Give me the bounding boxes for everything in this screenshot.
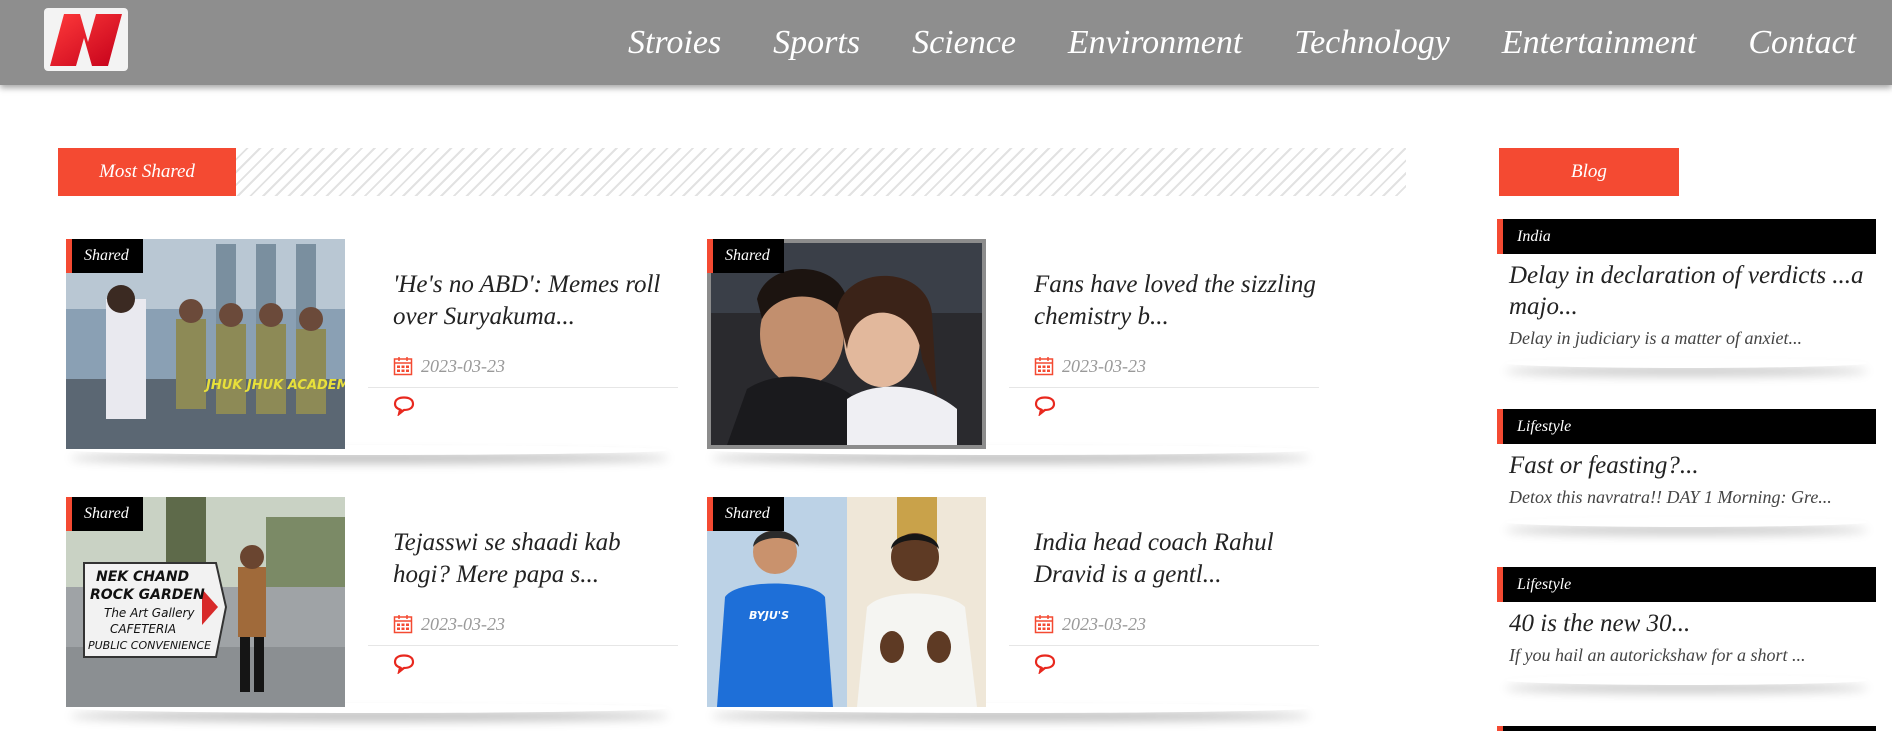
- shared-badge: Shared: [66, 239, 143, 273]
- date-text: 2023-03-23: [421, 355, 505, 376]
- nav-stroies[interactable]: Stroies: [628, 24, 721, 62]
- category-label: Lifestyle: [1497, 409, 1876, 444]
- comment-icon[interactable]: [1034, 396, 1056, 417]
- blog-label: Blog: [1499, 148, 1679, 196]
- article-date: 2023-03-23: [368, 611, 678, 637]
- shared-badge: Shared: [66, 497, 143, 531]
- sidebar-next-item: [1497, 726, 1876, 731]
- article-date: 2023-03-23: [368, 353, 678, 379]
- divider: [368, 645, 678, 646]
- nav-contact[interactable]: Contact: [1748, 24, 1856, 62]
- date-text: 2023-03-23: [1062, 355, 1146, 376]
- category-label: India: [1497, 219, 1876, 254]
- date-text: 2023-03-23: [421, 613, 505, 634]
- sidebar-blog-item[interactable]: Lifestyle 40 is the new 30... If you hai…: [1497, 567, 1876, 681]
- most-shared-label: Most Shared: [58, 148, 236, 196]
- calendar-icon: [1034, 357, 1054, 376]
- sidebar-blog-item[interactable]: Lifestyle Fast or feasting?... Detox thi…: [1497, 409, 1876, 523]
- image-overlay-text: JHUK JHUK ACADEMY: [203, 378, 345, 393]
- nav-entertainment[interactable]: Entertainment: [1502, 24, 1697, 62]
- site-logo[interactable]: [44, 8, 128, 71]
- article-title[interactable]: India head coach Rahul Dravid is a gentl…: [1009, 527, 1319, 591]
- nav-sports[interactable]: Sports: [773, 24, 860, 62]
- divider: [1009, 387, 1319, 388]
- sign-line-1: NEK CHAND: [96, 569, 189, 585]
- article-card[interactable]: Shared Fans have loved the sizzling chem…: [699, 239, 1319, 449]
- blog-description: Detox this navratra!! DAY 1 Morning: Gre…: [1509, 487, 1832, 507]
- sign-line-3: The Art Gallery: [104, 606, 195, 620]
- comment-icon[interactable]: [393, 654, 415, 675]
- article-card[interactable]: BYJU'S Shared India head coach Rahul Dra…: [699, 497, 1319, 707]
- top-navbar: Stroies Sports Science Environment Techn…: [0, 0, 1892, 85]
- jersey-text: BYJU'S: [749, 609, 789, 622]
- date-text: 2023-03-23: [1062, 613, 1146, 634]
- blog-description: Delay in judiciary is a matter of anxiet…: [1509, 328, 1802, 348]
- article-card[interactable]: NEK CHAND ROCK GARDEN The Art Gallery CA…: [58, 497, 678, 707]
- blog-title[interactable]: Fast or feasting?...: [1497, 444, 1876, 481]
- article-card[interactable]: JHUK JHUK ACADEMY Shared 'He's no ABD': …: [58, 239, 678, 449]
- category-label: Lifestyle: [1497, 567, 1876, 602]
- divider: [368, 387, 678, 388]
- nav-technology[interactable]: Technology: [1294, 24, 1450, 62]
- shared-badge: Shared: [707, 239, 784, 273]
- article-title[interactable]: 'He's no ABD': Memes roll over Suryakuma…: [368, 269, 678, 333]
- comment-icon[interactable]: [393, 396, 415, 417]
- blog-description: If you hail an autorickshaw for a short …: [1509, 645, 1806, 665]
- calendar-icon: [393, 615, 413, 634]
- calendar-icon: [393, 357, 413, 376]
- main-nav: Stroies Sports Science Environment Techn…: [628, 0, 1856, 85]
- nav-environment[interactable]: Environment: [1068, 24, 1242, 62]
- article-date: 2023-03-23: [1009, 611, 1319, 637]
- comment-icon[interactable]: [1034, 654, 1056, 675]
- article-title[interactable]: Fans have loved the sizzling chemistry b…: [1009, 269, 1319, 333]
- sign-line-2: ROCK GARDEN: [90, 587, 205, 603]
- divider: [1009, 645, 1319, 646]
- most-shared-header: Most Shared: [58, 148, 1406, 196]
- sign-line-5: PUBLIC CONVENIENCE: [88, 639, 211, 652]
- article-title[interactable]: Tejasswi se shaadi kab hogi? Mere papa s…: [368, 527, 678, 591]
- blog-title[interactable]: Delay in declaration of verdicts ...a ma…: [1497, 254, 1876, 322]
- sign-line-4: CAFETERIA: [110, 622, 176, 636]
- calendar-icon: [1034, 615, 1054, 634]
- logo-n-icon: [50, 14, 122, 66]
- shared-badge: Shared: [707, 497, 784, 531]
- article-date: 2023-03-23: [1009, 353, 1319, 379]
- sidebar-blog-item[interactable]: India Delay in declaration of verdicts .…: [1497, 219, 1876, 364]
- blog-title[interactable]: 40 is the new 30...: [1497, 602, 1876, 639]
- nav-science[interactable]: Science: [912, 24, 1016, 62]
